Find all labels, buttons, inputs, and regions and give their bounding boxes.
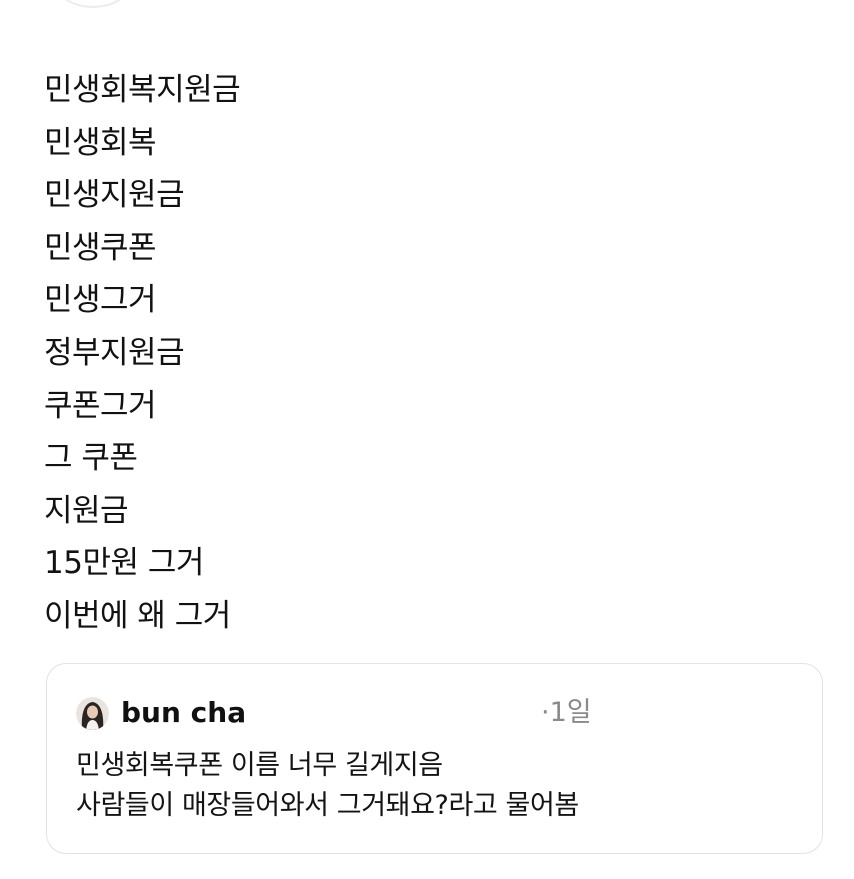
- post-line: 쿠폰그거: [44, 387, 157, 424]
- quote-timestamp: ·1일: [541, 697, 592, 728]
- post-line: 민생지원금: [44, 177, 185, 214]
- quote-body: 민생회복쿠폰 이름 너무 길게지음 사람들이 매장들어와서 그거돼요?라고 물어…: [76, 746, 579, 826]
- author-avatar[interactable]: [58, 0, 128, 8]
- post-line: 민생그거: [44, 282, 157, 319]
- post-line: 민생쿠폰: [44, 229, 157, 266]
- quote-line: 사람들이 매장들어와서 그거돼요?라고 물어봄: [76, 790, 579, 821]
- post-line: 민생회복지원금: [44, 72, 241, 108]
- quote-author-name[interactable]: bun cha: [121, 694, 246, 732]
- post-line: 그 쿠폰: [44, 440, 138, 477]
- quote-author-avatar[interactable]: [76, 697, 109, 730]
- quoted-post-card[interactable]: bun cha ·1일 민생회복쿠폰 이름 너무 길게지음 사람들이 매장들어와…: [46, 663, 823, 854]
- quote-line: 민생회복쿠폰 이름 너무 길게지음: [76, 750, 443, 781]
- post-body: 민생회복지원금 민생회복 민생지원금 민생쿠폰 민생그거 정부지원금 쿠폰그거 …: [44, 64, 241, 643]
- post-line: 15만원 그거: [44, 545, 204, 582]
- post-line: 지원금: [44, 492, 129, 529]
- post-line: 민생회복: [44, 124, 157, 161]
- post-line: 정부지원금: [44, 334, 185, 371]
- post-line: 이번에 왜 그거: [44, 597, 231, 634]
